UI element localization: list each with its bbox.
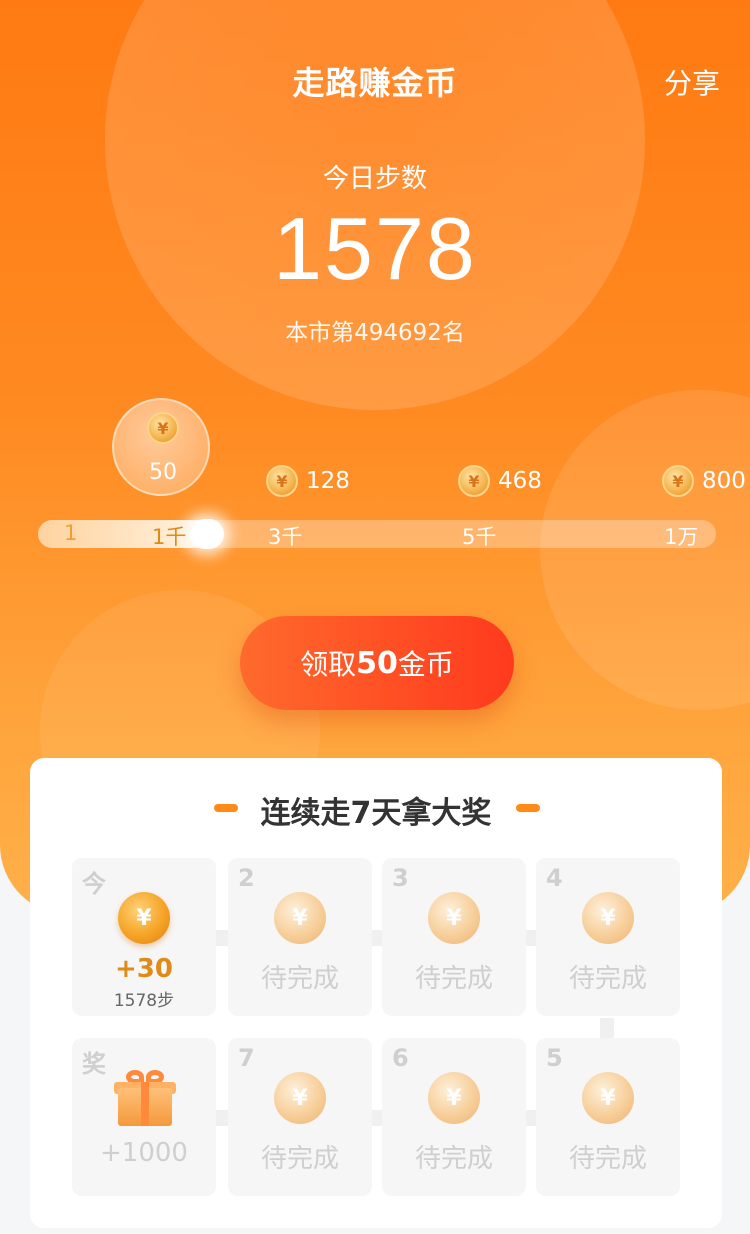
yen-coin-icon: ¥ [428, 1072, 480, 1124]
claim-prefix: 领取 [300, 648, 357, 681]
bubble-amount: 50 [149, 460, 177, 485]
milestone-reward: ¥ 128 [266, 465, 350, 497]
today-steps: 1578步 [113, 991, 175, 1011]
connector [216, 1110, 228, 1126]
day-number: 4 [546, 864, 563, 892]
day-status: 待完成 [260, 964, 339, 994]
day-status: 待完成 [568, 964, 647, 994]
day-number: 5 [546, 1044, 563, 1072]
progress-knob [190, 519, 224, 549]
milestone-amount: 128 [306, 468, 350, 494]
claim-suffix: 金币 [397, 648, 454, 681]
streak-prize: 奖 +1000 [72, 1038, 216, 1196]
streak-day: 3 ¥ 待完成 [382, 858, 526, 1016]
claim-amount: 50 [356, 645, 398, 681]
yen-coin-icon: ¥ [274, 1072, 326, 1124]
decor-circle [540, 390, 750, 710]
streak-day: 6 ¥ 待完成 [382, 1038, 526, 1196]
streak-day-today: 今 ¥ +30 1578步 [72, 858, 216, 1016]
steps-label: 今日步数 [322, 164, 427, 194]
milestone-amount: 800 [702, 468, 746, 494]
day-status: 待完成 [568, 1144, 647, 1174]
streak-day: 5 ¥ 待完成 [536, 1038, 680, 1196]
milestone-reward: ¥ 800 [662, 465, 746, 497]
progress-tick: 5千 [462, 525, 497, 549]
milestone-reward: ¥ 468 [458, 465, 542, 497]
streak-day: 7 ¥ 待完成 [228, 1038, 372, 1196]
yen-coin-icon: ¥ [458, 465, 490, 497]
connector [216, 930, 228, 946]
day-status: 待完成 [414, 964, 493, 994]
page-title: 走路赚金币 [292, 64, 458, 102]
connector [600, 1018, 614, 1040]
yen-coin-icon: ¥ [582, 892, 634, 944]
progress-tick: 1 [64, 521, 78, 545]
claim-coins-button[interactable]: 领取 50 金币 [240, 616, 514, 710]
streak-card: 连续走7天拿大奖 今 ¥ +30 1578步 2 ¥ 待完成 3 ¥ 待完成 4… [30, 758, 722, 1228]
day-number: 7 [238, 1044, 255, 1072]
steps-count: 1578 [273, 199, 477, 298]
gift-icon [114, 1068, 176, 1128]
streak-day: 4 ¥ 待完成 [536, 858, 680, 1016]
yen-coin-icon: ¥ [582, 1072, 634, 1124]
day-number: 6 [392, 1044, 409, 1072]
city-rank: 本市第494692名 [285, 320, 465, 346]
today-reward: +30 [115, 954, 173, 984]
prize-amount: +1000 [100, 1138, 188, 1168]
yen-coin-icon: ¥ [118, 892, 170, 944]
day-status: 待完成 [414, 1144, 493, 1174]
progress-tick: 3千 [268, 525, 303, 549]
step-progress-bar [38, 520, 716, 548]
day-number: 3 [392, 864, 409, 892]
reward-bubble[interactable]: ¥ 50 [112, 398, 210, 496]
share-button[interactable]: 分享 [664, 62, 720, 102]
progress-tick: 1千 [152, 525, 187, 549]
progress-tick: 1万 [664, 525, 699, 549]
day-label: 今 [82, 870, 106, 898]
yen-coin-icon: ¥ [266, 465, 298, 497]
yen-coin-icon: ¥ [274, 892, 326, 944]
yen-coin-icon: ¥ [662, 465, 694, 497]
streak-title: 连续走7天拿大奖 [260, 796, 492, 831]
day-status: 待完成 [260, 1144, 339, 1174]
yen-coin-icon: ¥ [428, 892, 480, 944]
streak-day: 2 ¥ 待完成 [228, 858, 372, 1016]
milestone-amount: 468 [498, 468, 542, 494]
day-number: 2 [238, 864, 255, 892]
prize-label: 奖 [82, 1050, 106, 1078]
title-dash [516, 804, 540, 812]
yen-coin-icon: ¥ [147, 412, 179, 444]
